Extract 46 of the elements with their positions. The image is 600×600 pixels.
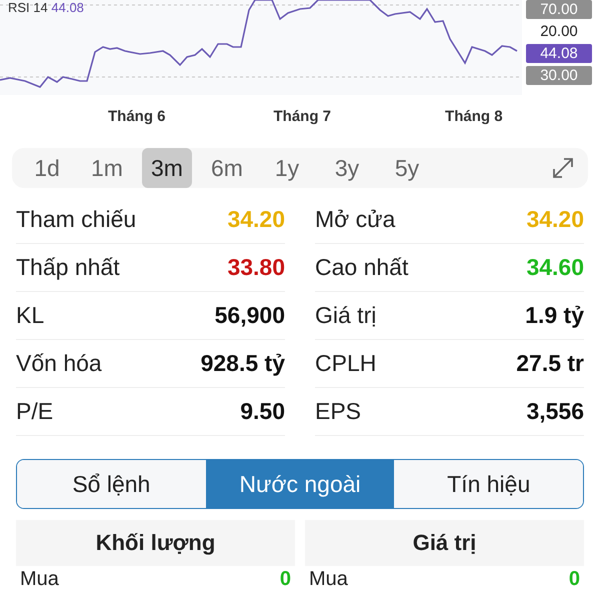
stat-label: Tham chiếu: [16, 206, 136, 233]
stat-value: 9.50: [240, 398, 285, 425]
stat-value: 34.20: [526, 206, 584, 233]
axis-label: 70.00: [526, 0, 592, 19]
tab[interactable]: Sổ lệnh: [17, 460, 206, 508]
period-tab[interactable]: 6m: [202, 148, 252, 188]
month-label: Tháng 8: [445, 108, 503, 124]
stat-value: 3,556: [526, 398, 584, 425]
row-value: 0: [568, 568, 580, 590]
stat-value: 27.5 tr: [516, 350, 584, 377]
rsi-value: 44.08: [51, 0, 84, 15]
column-header: Giá trị: [305, 520, 584, 566]
tab[interactable]: Nước ngoài: [206, 460, 394, 508]
rsi-label: RSI 14: [8, 0, 48, 15]
tab[interactable]: Tín hiệu: [394, 460, 583, 508]
axis-label: 30.00: [526, 66, 592, 85]
stat-label: CPLH: [315, 350, 376, 377]
column-header: Khối lượng: [16, 520, 295, 566]
stat-value: 34.60: [526, 254, 584, 281]
stat-label: Mở cửa: [315, 206, 396, 233]
stat-value: 34.20: [227, 206, 285, 233]
stat-label: Thấp nhất: [16, 254, 120, 281]
stat-value: 56,900: [214, 302, 285, 329]
expand-icon[interactable]: [552, 157, 574, 179]
stat-label: Giá trị: [315, 302, 376, 329]
stat-label: EPS: [315, 398, 362, 425]
axis-label: 44.08: [526, 44, 592, 63]
period-tab[interactable]: 1y: [262, 148, 312, 188]
period-tab[interactable]: 3m: [142, 148, 192, 188]
period-tab[interactable]: 5y: [382, 148, 432, 188]
period-tab[interactable]: 3y: [322, 148, 372, 188]
stat-value: 1.9 tỷ: [525, 302, 584, 329]
row-value: 0: [280, 568, 291, 590]
period-tab[interactable]: 1m: [82, 148, 132, 188]
stat-label: KL: [16, 302, 44, 329]
axis-label: 20.00: [539, 22, 579, 41]
month-label: Tháng 7: [274, 108, 332, 124]
stat-label: Cao nhất: [315, 254, 408, 281]
row-label: Mua: [20, 568, 59, 590]
row-label: Mua: [309, 568, 348, 590]
month-label: Tháng 6: [108, 108, 166, 124]
stat-value: 33.80: [227, 254, 285, 281]
stat-value: 928.5 tỷ: [200, 350, 285, 377]
stat-label: P/E: [16, 398, 54, 425]
stat-label: Vốn hóa: [16, 350, 102, 377]
period-tab[interactable]: 1d: [22, 148, 72, 188]
